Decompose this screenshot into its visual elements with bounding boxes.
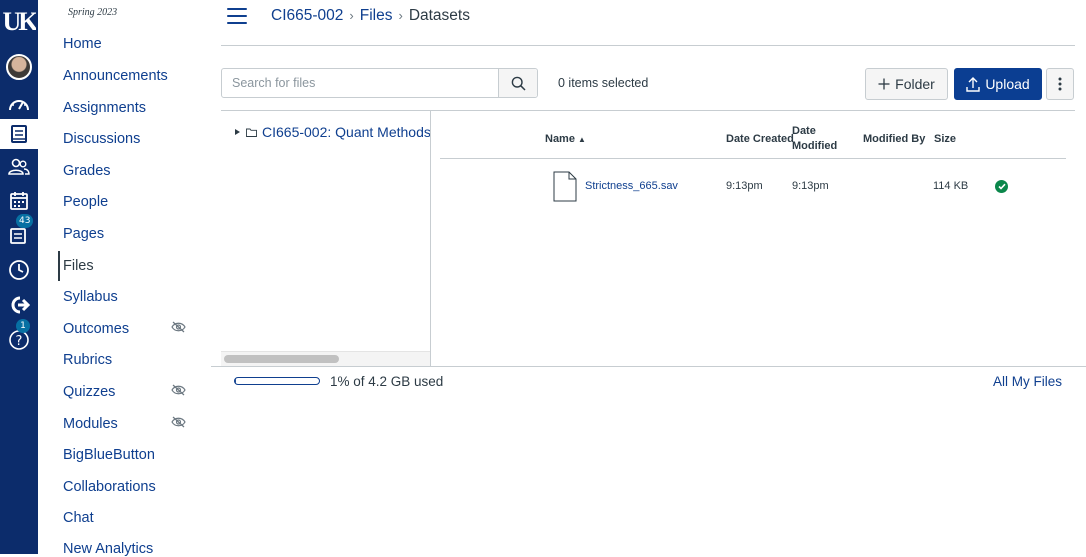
term-label: Spring 2023 <box>68 7 118 18</box>
help-link[interactable]: ? 1 <box>0 319 38 355</box>
active-indicator <box>58 251 60 281</box>
svg-text:?: ? <box>16 334 23 349</box>
add-folder-button[interactable]: Folder <box>865 68 948 100</box>
document-icon <box>553 171 577 202</box>
divider <box>211 366 1086 367</box>
course-nav: Spring 2023 Home Announcements Assignmen… <box>38 0 210 557</box>
folder-icon <box>246 128 257 137</box>
folder-tree: CI665-002: Quant Methods <box>221 111 430 366</box>
kebab-menu-icon <box>1058 77 1062 91</box>
global-nav: UK 43 ? 1 <box>0 0 38 554</box>
dashboard-link[interactable] <box>0 89 38 119</box>
account-avatar[interactable] <box>0 52 38 82</box>
column-header-date-modified-line1: Date <box>792 125 816 137</box>
course-nav-chat[interactable]: Chat <box>63 510 94 526</box>
upload-button[interactable]: Upload <box>954 68 1042 100</box>
course-nav-files[interactable]: Files <box>63 258 94 274</box>
scrollbar-thumb[interactable] <box>224 355 339 363</box>
selected-count: 0 items selected <box>558 76 649 90</box>
sort-ascending-icon: ▲ <box>578 135 586 144</box>
folder-tree-root[interactable]: CI665-002: Quant Methods <box>235 124 430 140</box>
course-nav-outcomes[interactable]: Outcomes <box>63 321 129 337</box>
uk-logo[interactable]: UK <box>0 4 38 38</box>
inbox-badge: 43 <box>16 214 34 228</box>
column-header-modified-by[interactable]: Modified By <box>863 132 925 147</box>
courses-link[interactable] <box>0 119 38 149</box>
column-header-date-modified-line2: Modified <box>792 140 838 152</box>
chevron-right-icon: › <box>398 8 403 23</box>
calendar-link[interactable] <box>0 186 38 216</box>
eye-slash-icon <box>171 321 186 333</box>
svg-text:UK: UK <box>3 7 37 36</box>
course-nav-quizzes[interactable]: Quizzes <box>63 384 115 400</box>
inbox-icon <box>10 228 26 244</box>
published-status-button[interactable] <box>995 180 1008 193</box>
course-nav-collaborations[interactable]: Collaborations <box>63 479 156 495</box>
upload-icon <box>966 76 981 92</box>
eye-slash-icon <box>171 416 186 428</box>
inbox-link[interactable]: 43 <box>0 214 38 250</box>
commons-link[interactable] <box>0 290 38 320</box>
history-icon <box>9 260 29 280</box>
search-input[interactable] <box>222 69 499 97</box>
all-my-files-link[interactable]: All My Files <box>993 374 1062 389</box>
eye-slash-icon <box>171 384 186 396</box>
folder-tree-root-label: CI665-002: Quant Methods <box>262 124 430 140</box>
groups-icon <box>8 158 30 175</box>
checkmark-icon <box>997 183 1006 190</box>
groups-link[interactable] <box>0 152 38 182</box>
file-date-modified: 9:13pm <box>792 180 829 192</box>
avatar <box>6 54 32 80</box>
breadcrumb-current: Datasets <box>408 7 470 24</box>
history-link[interactable] <box>0 255 38 285</box>
course-nav-announcements[interactable]: Announcements <box>63 68 168 84</box>
course-nav-modules[interactable]: Modules <box>63 416 118 432</box>
breadcrumb-files[interactable]: Files <box>360 7 393 24</box>
file-date-created: 9:13pm <box>726 180 763 192</box>
course-nav-bigbluebutton[interactable]: BigBlueButton <box>63 447 155 463</box>
file-size: 114 KB <box>933 180 969 192</box>
column-header-date-modified[interactable]: Date Modified <box>792 124 837 154</box>
add-folder-label: Folder <box>895 76 935 92</box>
top-bar: CI665-002 › Files › Datasets <box>221 0 1075 46</box>
horizontal-scrollbar[interactable] <box>221 351 430 366</box>
breadcrumb: CI665-002 › Files › Datasets <box>271 7 470 25</box>
courses-icon <box>11 125 27 143</box>
course-nav-new-analytics[interactable]: New Analytics <box>63 541 153 557</box>
storage-quota-fill <box>235 378 236 384</box>
course-nav-syllabus[interactable]: Syllabus <box>63 289 118 305</box>
storage-quota-text: 1% of 4.2 GB used <box>330 374 444 389</box>
course-nav-assignments[interactable]: Assignments <box>63 100 146 116</box>
plus-icon <box>878 78 890 90</box>
pane-divider[interactable] <box>430 111 431 366</box>
column-header-name[interactable]: Name ▲ <box>545 132 586 147</box>
course-nav-grades[interactable]: Grades <box>63 163 111 179</box>
hamburger-menu-button[interactable] <box>227 8 247 24</box>
help-badge: 1 <box>16 319 30 333</box>
calendar-icon <box>10 192 28 210</box>
breadcrumb-course[interactable]: CI665-002 <box>271 7 343 24</box>
commons-icon <box>11 296 30 314</box>
chevron-right-icon: › <box>349 8 354 23</box>
column-header-name-label: Name <box>545 133 575 145</box>
divider <box>440 158 1066 159</box>
search-button[interactable] <box>498 69 537 97</box>
upload-label: Upload <box>985 76 1030 92</box>
column-header-size[interactable]: Size <box>934 132 956 147</box>
storage-quota-bar <box>234 377 320 385</box>
search-box <box>221 68 538 98</box>
uk-logo-icon: UK <box>3 7 37 36</box>
file-name-link[interactable]: Strictness_665.sav <box>585 180 678 192</box>
course-nav-people[interactable]: People <box>63 194 108 210</box>
more-options-button[interactable] <box>1046 68 1074 100</box>
course-nav-home[interactable]: Home <box>63 36 102 52</box>
search-icon <box>511 76 526 91</box>
column-header-date-created[interactable]: Date Created <box>726 132 794 147</box>
dashboard-icon <box>9 100 29 111</box>
caret-right-icon[interactable] <box>235 129 240 135</box>
course-nav-discussions[interactable]: Discussions <box>63 131 140 147</box>
course-nav-pages[interactable]: Pages <box>63 226 104 242</box>
course-nav-rubrics[interactable]: Rubrics <box>63 352 112 368</box>
